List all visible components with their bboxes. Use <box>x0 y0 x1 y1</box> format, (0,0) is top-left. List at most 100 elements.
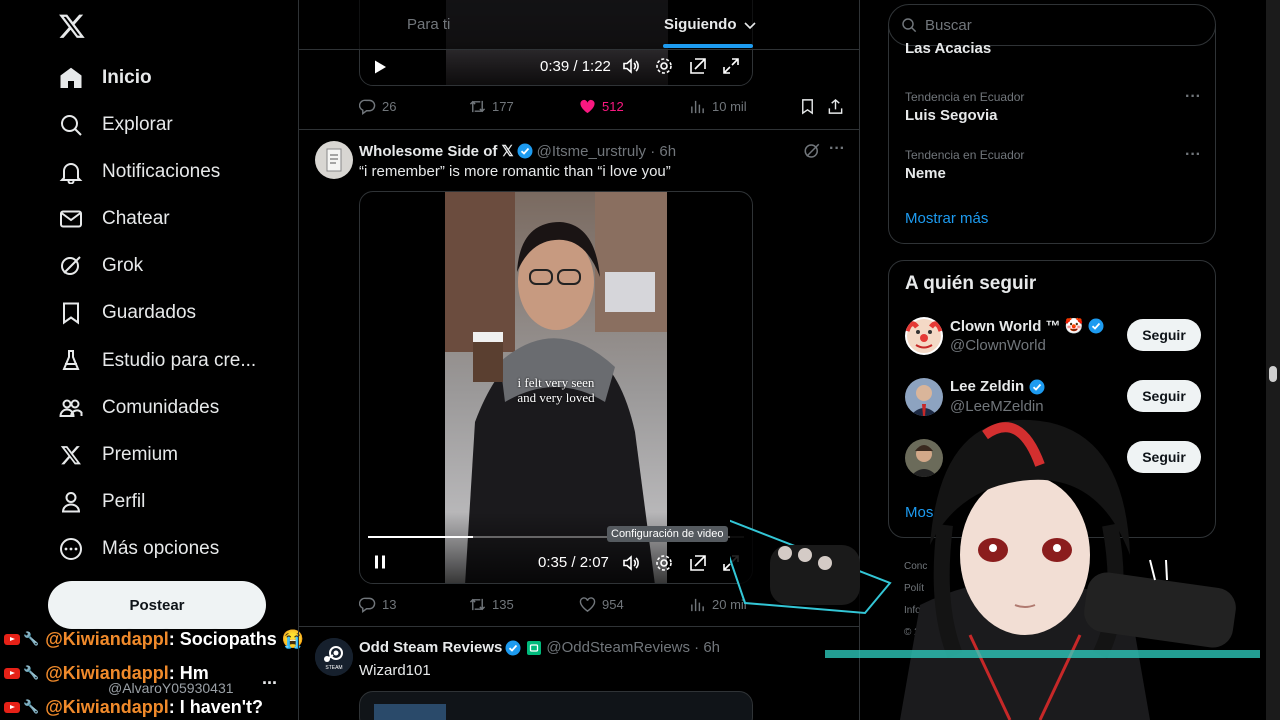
fullscreen-icon[interactable] <box>722 57 740 75</box>
page-scrollbar[interactable] <box>1266 0 1280 720</box>
picture-in-picture-icon[interactable] <box>689 554 707 572</box>
chat-text: : Sociopaths 😭 <box>168 628 305 649</box>
views-icon <box>691 598 704 612</box>
like-count: 954 <box>602 597 624 612</box>
share-icon <box>828 98 843 114</box>
nav-chat-label: Chatear <box>102 208 170 229</box>
repost-count: 135 <box>492 597 514 612</box>
nav-explore-label: Explorar <box>102 114 173 135</box>
nav-chat[interactable]: Chatear <box>58 201 170 237</box>
repost-count: 177 <box>492 99 514 114</box>
media-thumbnail <box>374 704 446 720</box>
tab-for-you[interactable]: Para ti <box>407 16 450 33</box>
media-preview[interactable] <box>359 691 753 720</box>
youtube-icon <box>4 633 20 645</box>
reply-button[interactable]: 13 <box>359 596 396 613</box>
nav-bookmarks[interactable]: Guardados <box>58 295 196 331</box>
share-button[interactable] <box>827 98 844 115</box>
trend-name: Neme <box>905 165 946 182</box>
video-settings-tooltip: Configuración de video <box>607 526 728 542</box>
timeline-tabs: Para ti Siguiendo <box>299 0 859 50</box>
grok-icon <box>58 253 84 279</box>
follow-button[interactable]: Seguir <box>1127 319 1201 351</box>
tab-following[interactable]: Siguiendo <box>664 16 758 33</box>
nav-communities-label: Comunidades <box>102 397 220 418</box>
nav-premium[interactable]: Premium <box>58 437 178 473</box>
trend-context: Tendencia en Ecuador <box>905 148 1025 162</box>
video-controls-bg <box>360 512 752 583</box>
tweet-actions: 26 177 512 10 mil <box>359 98 843 118</box>
pause-icon[interactable] <box>372 554 388 570</box>
picture-in-picture-icon[interactable] <box>689 57 707 75</box>
nav-more-options[interactable]: Más opciones <box>58 531 219 567</box>
volume-icon[interactable] <box>622 554 640 572</box>
bookmark-icon <box>58 300 84 326</box>
video-player[interactable]: i felt very seen and very loved 0:35 / 2… <box>359 191 753 584</box>
gear-icon[interactable] <box>655 554 673 572</box>
tweet-text: Wizard101 <box>359 662 431 679</box>
trends-panel: Las Acacias Tendencia en Ecuador Luis Se… <box>888 24 1216 244</box>
reply-icon <box>359 597 376 613</box>
view-count: 10 mil <box>712 99 747 114</box>
video-progress-fill <box>368 536 474 538</box>
chat-message: 🔧 @Kiwiandappl: I haven't? <box>4 690 314 720</box>
author-handle: @OddSteamReviews · 6h <box>546 639 721 656</box>
reply-count: 26 <box>382 99 397 114</box>
suggestion-name: Lee Zeldin <box>950 378 1045 395</box>
follow-suggestion[interactable]: Clown World ™ 🤡 @ClownWorld Seguir <box>905 317 1201 359</box>
repost-button[interactable]: 177 <box>469 98 514 115</box>
tweet-author[interactable]: Wholesome Side of 𝕏 @Itsme_urstruly · 6h <box>359 142 676 161</box>
play-icon[interactable] <box>372 59 388 75</box>
trend-more-icon[interactable]: ··· <box>1185 146 1201 164</box>
wrench-icon: 🔧 <box>23 699 40 714</box>
trend-more-icon[interactable]: ··· <box>1185 88 1201 106</box>
youtube-icon <box>4 667 20 679</box>
avatar[interactable] <box>315 141 353 179</box>
nav-grok[interactable]: Grok <box>58 248 143 284</box>
chat-user: @Kiwiandappl <box>45 628 169 649</box>
chevron-down-icon <box>743 21 756 29</box>
nav-notifications[interactable]: Notificaciones <box>58 154 220 190</box>
bookmark-button[interactable] <box>799 98 816 115</box>
x-logo-icon[interactable] <box>58 12 86 40</box>
scrollbar-thumb[interactable] <box>1269 366 1277 382</box>
reply-button[interactable]: 26 <box>359 98 396 115</box>
video-caption: i felt very seen and very loved <box>445 375 667 405</box>
nav-creator-studio[interactable]: Estudio para cre... <box>58 343 256 379</box>
trend-item[interactable]: Las Acacias <box>905 37 1201 57</box>
tweet-author[interactable]: Odd Steam Reviews @OddSteamReviews · 6h <box>359 639 720 656</box>
trend-context: Tendencia en Ecuador <box>905 90 1025 104</box>
nav-communities[interactable]: Comunidades <box>58 390 219 426</box>
video-time: 0:35 / 2:07 <box>538 554 609 571</box>
avatar[interactable] <box>905 317 943 355</box>
suggestion-name: Clown World ™ 🤡 <box>950 317 1104 335</box>
show-more-trends-link[interactable]: Mostrar más <box>905 210 988 227</box>
gear-icon[interactable] <box>655 57 673 75</box>
like-count: 512 <box>602 99 624 114</box>
avatar-label: STEAM <box>325 665 343 671</box>
grok-icon[interactable] <box>803 142 821 160</box>
heart-filled-icon <box>580 99 595 114</box>
repost-button[interactable]: 135 <box>469 596 514 613</box>
suggestion-name-text: Clown World ™ 🤡 <box>950 318 1084 335</box>
nav-profile[interactable]: Perfil <box>58 484 145 520</box>
x-logo-icon <box>58 442 84 468</box>
volume-icon[interactable] <box>622 57 640 75</box>
reply-icon <box>359 99 376 115</box>
nav-home[interactable]: Inicio <box>58 60 152 96</box>
views-button[interactable]: 10 mil <box>689 98 747 115</box>
avatar[interactable]: STEAM <box>315 638 353 676</box>
like-button[interactable]: 954 <box>579 596 624 613</box>
home-icon <box>58 65 84 91</box>
nav-creator-studio-label: Estudio para cre... <box>102 350 257 371</box>
nav-premium-label: Premium <box>102 444 179 465</box>
trend-item[interactable]: Tendencia en Ecuador Luis Segovia ··· <box>905 88 1201 124</box>
bookmark-icon <box>802 99 813 115</box>
tweet-more-icon[interactable]: ··· <box>829 140 845 158</box>
chat-message: 🔧 @Kiwiandappl: Sociopaths 😭 <box>4 622 314 656</box>
more-circle-icon <box>58 536 84 562</box>
like-button[interactable]: 512 <box>579 98 624 115</box>
trend-item[interactable]: Tendencia en Ecuador Neme ··· <box>905 146 1201 182</box>
suggestion-name-text: Lee Zeldin <box>950 378 1025 395</box>
nav-explore[interactable]: Explorar <box>58 107 173 143</box>
